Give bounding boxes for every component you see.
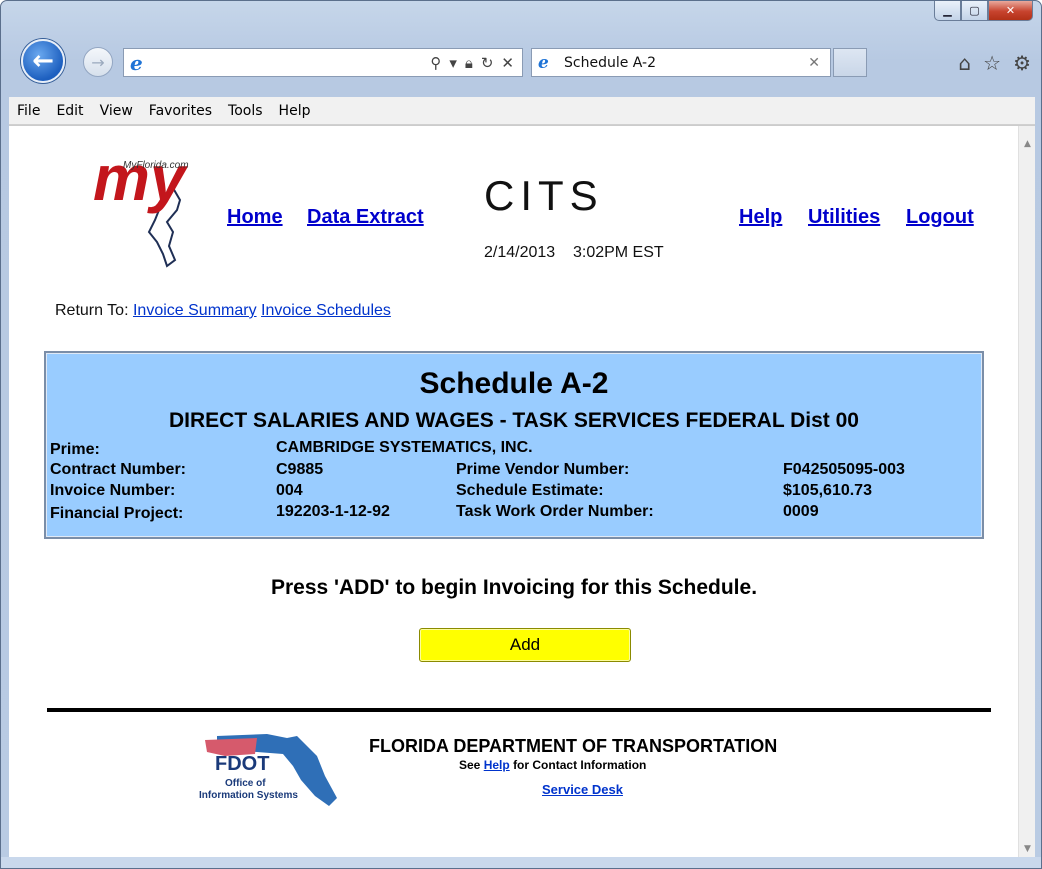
fdot-logo-sub1: Office of <box>225 778 266 789</box>
dropdown-icon[interactable]: ▾ <box>449 54 457 72</box>
add-button[interactable]: Add <box>419 628 631 662</box>
schedule-info-panel: Schedule A-2 DIRECT SALARIES AND WAGES -… <box>44 351 984 539</box>
browser-window: ▁ ▢ ✕ ← → e ⚲ ▾ 🔒︎ ↻ ✕ e Schedule A-2 ✕ <box>0 0 1042 869</box>
invoice-schedules-link[interactable]: Invoice Schedules <box>261 302 391 319</box>
service-desk-link[interactable]: Service Desk <box>542 782 623 797</box>
navigation-row: ← → e ⚲ ▾ 🔒︎ ↻ ✕ e Schedule A-2 ✕ ⌂ ☆ ⚙ <box>1 35 1041 83</box>
contract-number-value: C9885 <box>276 461 324 478</box>
nav-home-link[interactable]: Home <box>227 206 283 229</box>
address-input[interactable] <box>154 51 431 74</box>
lock-icon: 🔒︎ <box>464 53 473 72</box>
scroll-up-icon[interactable]: ▲ <box>1019 136 1035 153</box>
task-work-order-label: Task Work Order Number: <box>456 503 654 520</box>
return-to-label: Return To: <box>55 302 129 319</box>
address-bar: e ⚲ ▾ 🔒︎ ↻ ✕ <box>123 48 523 77</box>
tab-page-icon: e <box>538 52 549 73</box>
favorites-star-icon[interactable]: ☆ <box>983 51 1001 75</box>
logo-small-text: MyFlorida.com <box>123 160 189 171</box>
myflorida-logo[interactable]: my MyFlorida.com <box>45 142 195 270</box>
minimize-button[interactable]: ▁ <box>934 1 961 21</box>
header-date: 2/14/2013 <box>484 244 556 261</box>
stop-icon[interactable]: ✕ <box>501 54 514 72</box>
schedule-subtitle: DIRECT SALARIES AND WAGES - TASK SERVICE… <box>169 409 859 432</box>
footer-help-link[interactable]: Help <box>484 758 510 772</box>
header-time: 3:02PM EST <box>572 244 664 261</box>
back-button[interactable]: ← <box>21 39 65 83</box>
invoice-number-value: 004 <box>276 482 303 499</box>
contract-number-label: Contract Number: <box>50 461 187 478</box>
florida-outline-icon: my MyFlorida.com <box>93 142 189 268</box>
menu-help[interactable]: Help <box>271 103 319 119</box>
forward-button[interactable]: → <box>83 47 113 77</box>
schedule-estimate-value: $105,610.73 <box>783 482 872 499</box>
invoice-summary-link[interactable]: Invoice Summary <box>133 302 257 319</box>
schedule-estimate-label: Schedule Estimate: <box>456 482 604 499</box>
nav-logout-link[interactable]: Logout <box>906 206 974 229</box>
see-suffix: for Contact Information <box>513 758 647 772</box>
page-title: CITS <box>484 172 604 219</box>
see-prefix: See <box>459 758 481 772</box>
prime-vendor-number-label: Prime Vendor Number: <box>456 461 630 478</box>
tab-schedule[interactable]: e Schedule A-2 ✕ <box>531 48 831 77</box>
refresh-icon[interactable]: ↻ <box>481 54 494 72</box>
prime-vendor-number-value: F042505095-003 <box>783 461 905 478</box>
address-tools: ⚲ ▾ 🔒︎ ↻ ✕ <box>430 54 522 72</box>
ie-logo-icon: e <box>130 50 143 75</box>
header-datetime: 2/14/2013 3:02PM EST <box>484 244 664 262</box>
nav-help-link[interactable]: Help <box>739 206 782 229</box>
tab-title: Schedule A-2 <box>564 54 657 71</box>
back-arrow-icon: ← <box>32 46 54 76</box>
prime-label: Prime: <box>50 441 100 458</box>
fdot-logo: FDOT Office of Information Systems <box>197 726 347 810</box>
fdot-logo-text: FDOT <box>215 753 269 775</box>
menu-edit[interactable]: Edit <box>48 103 91 119</box>
instruction-message: Press 'ADD' to begin Invoicing for this … <box>270 576 758 599</box>
contact-info-line: See Help for Contact Information <box>459 758 646 772</box>
nav-data-extract-link[interactable]: Data Extract <box>307 206 424 229</box>
menu-favorites[interactable]: Favorites <box>141 103 220 119</box>
invoice-number-label: Invoice Number: <box>50 482 176 499</box>
fdot-logo-sub2: Information Systems <box>199 790 298 801</box>
tab-close-icon[interactable]: ✕ <box>808 55 820 71</box>
breadcrumb: Return To: Invoice Summary Invoice Sched… <box>55 302 391 320</box>
browser-toolbar-icons: ⌂ ☆ ⚙ <box>958 51 1031 75</box>
prime-value: CAMBRIDGE SYSTEMATICS, INC. <box>276 439 533 456</box>
scroll-down-icon[interactable]: ▼ <box>1019 841 1035 857</box>
gear-icon[interactable]: ⚙ <box>1013 51 1031 75</box>
fdot-florida-icon: FDOT Office of Information Systems <box>199 734 337 806</box>
maximize-button[interactable]: ▢ <box>961 1 988 21</box>
home-icon[interactable]: ⌂ <box>958 51 971 75</box>
search-icon[interactable]: ⚲ <box>430 54 441 72</box>
schedule-title: Schedule A-2 <box>419 367 609 400</box>
financial-project-label: Financial Project: <box>50 505 184 522</box>
forward-arrow-icon: → <box>91 52 105 72</box>
nav-utilities-link[interactable]: Utilities <box>808 206 880 229</box>
task-work-order-value: 0009 <box>783 503 819 520</box>
window-bottom-frame <box>1 857 1041 868</box>
vertical-scrollbar[interactable]: ▲ ▼ <box>1018 126 1035 857</box>
department-name: FLORIDA DEPARTMENT OF TRANSPORTATION <box>369 736 778 756</box>
close-window-button[interactable]: ✕ <box>988 1 1033 21</box>
menu-bar: File Edit View Favorites Tools Help <box>9 97 1035 125</box>
menu-view[interactable]: View <box>92 103 141 119</box>
financial-project-value: 192203-1-12-92 <box>276 503 390 520</box>
window-controls: ▁ ▢ ✕ <box>934 1 1033 23</box>
page-viewport: my MyFlorida.com Home Data Extract CITS … <box>9 125 1035 857</box>
new-tab-button[interactable] <box>833 48 867 77</box>
menu-file[interactable]: File <box>9 103 48 119</box>
menu-tools[interactable]: Tools <box>220 103 271 119</box>
footer-divider <box>47 708 991 712</box>
